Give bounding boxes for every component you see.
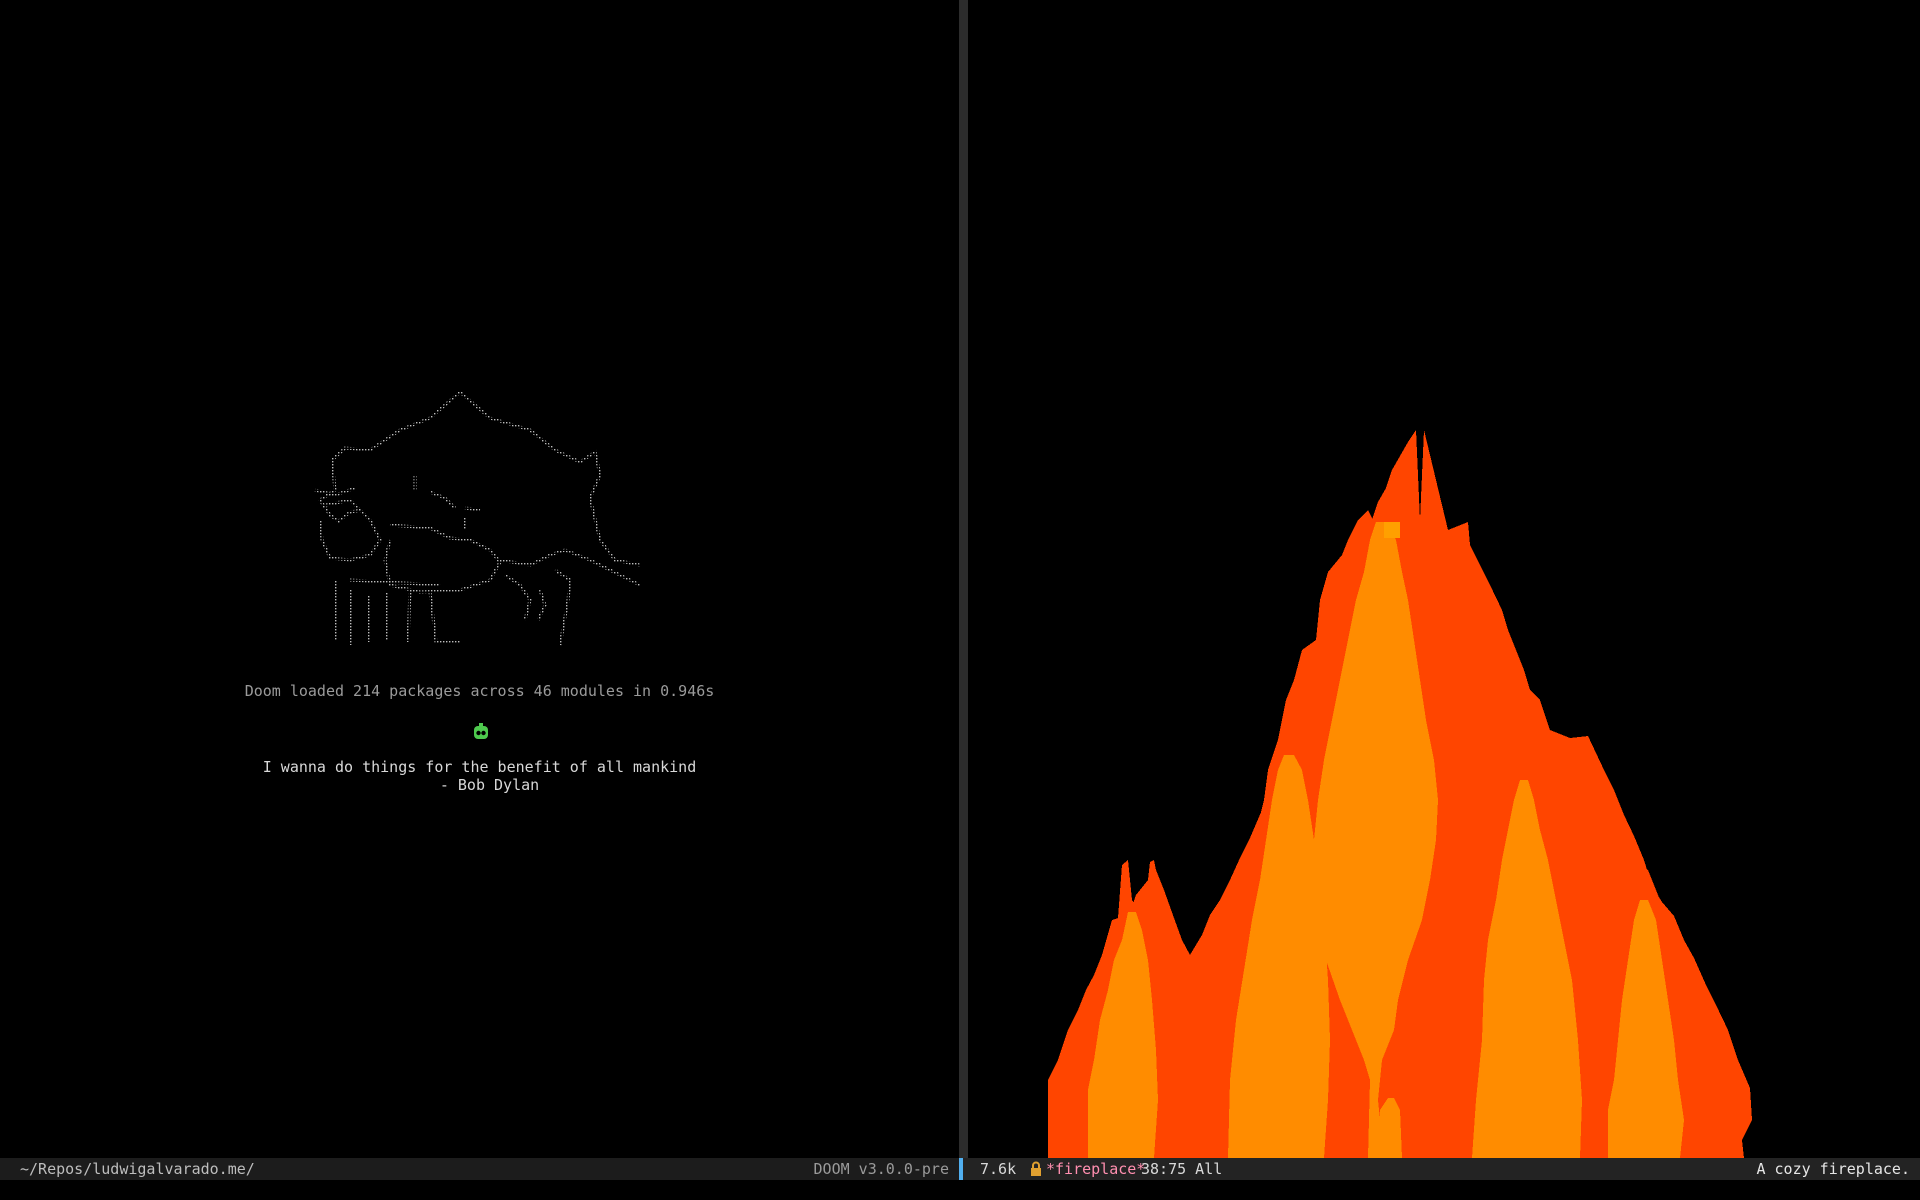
load-message: Doom loaded 214 packages across 46 modul… bbox=[244, 682, 715, 700]
active-window-indicator bbox=[959, 1158, 963, 1180]
cat-art-drawing bbox=[314, 390, 641, 646]
fire-drawing bbox=[1048, 430, 1752, 1158]
fireplace-animation bbox=[968, 0, 1920, 1158]
modeline-left: ~/Repos/ludwigalvarado.me/ DOOM v3.0.0-p… bbox=[0, 1158, 959, 1180]
major-mode-message: A cozy fireplace. bbox=[1756, 1160, 1910, 1178]
buffer-size: 7.6k bbox=[980, 1160, 1017, 1178]
echo-area[interactable] bbox=[0, 1180, 1920, 1200]
project-path[interactable]: ~/Repos/ludwigalvarado.me/ bbox=[20, 1158, 255, 1180]
fireplace-window[interactable] bbox=[968, 0, 1920, 1158]
quote-text: I wanna do things for the benefit of all… bbox=[262, 758, 697, 776]
doom-version: DOOM v3.0.0-pre bbox=[813, 1160, 949, 1178]
quote-author: - Bob Dylan bbox=[439, 776, 540, 794]
cursor-position: 38:75 All bbox=[1141, 1160, 1223, 1178]
dashboard-quote: I wanna do things for the benefit of all… bbox=[0, 758, 959, 794]
cat-ascii-art bbox=[290, 380, 690, 660]
buffer-name[interactable]: *fireplace* bbox=[1046, 1158, 1145, 1180]
emacs-frame: Doom loaded 214 packages across 46 modul… bbox=[0, 0, 1920, 1200]
lock-icon bbox=[1029, 1161, 1043, 1177]
modeline-right: 7.6k *fireplace* 38:75 All A cozy firepl… bbox=[959, 1158, 1920, 1180]
green-robot-icon bbox=[470, 722, 492, 742]
window-divider[interactable] bbox=[959, 0, 968, 1158]
dashboard-window[interactable]: Doom loaded 214 packages across 46 modul… bbox=[0, 0, 959, 1158]
